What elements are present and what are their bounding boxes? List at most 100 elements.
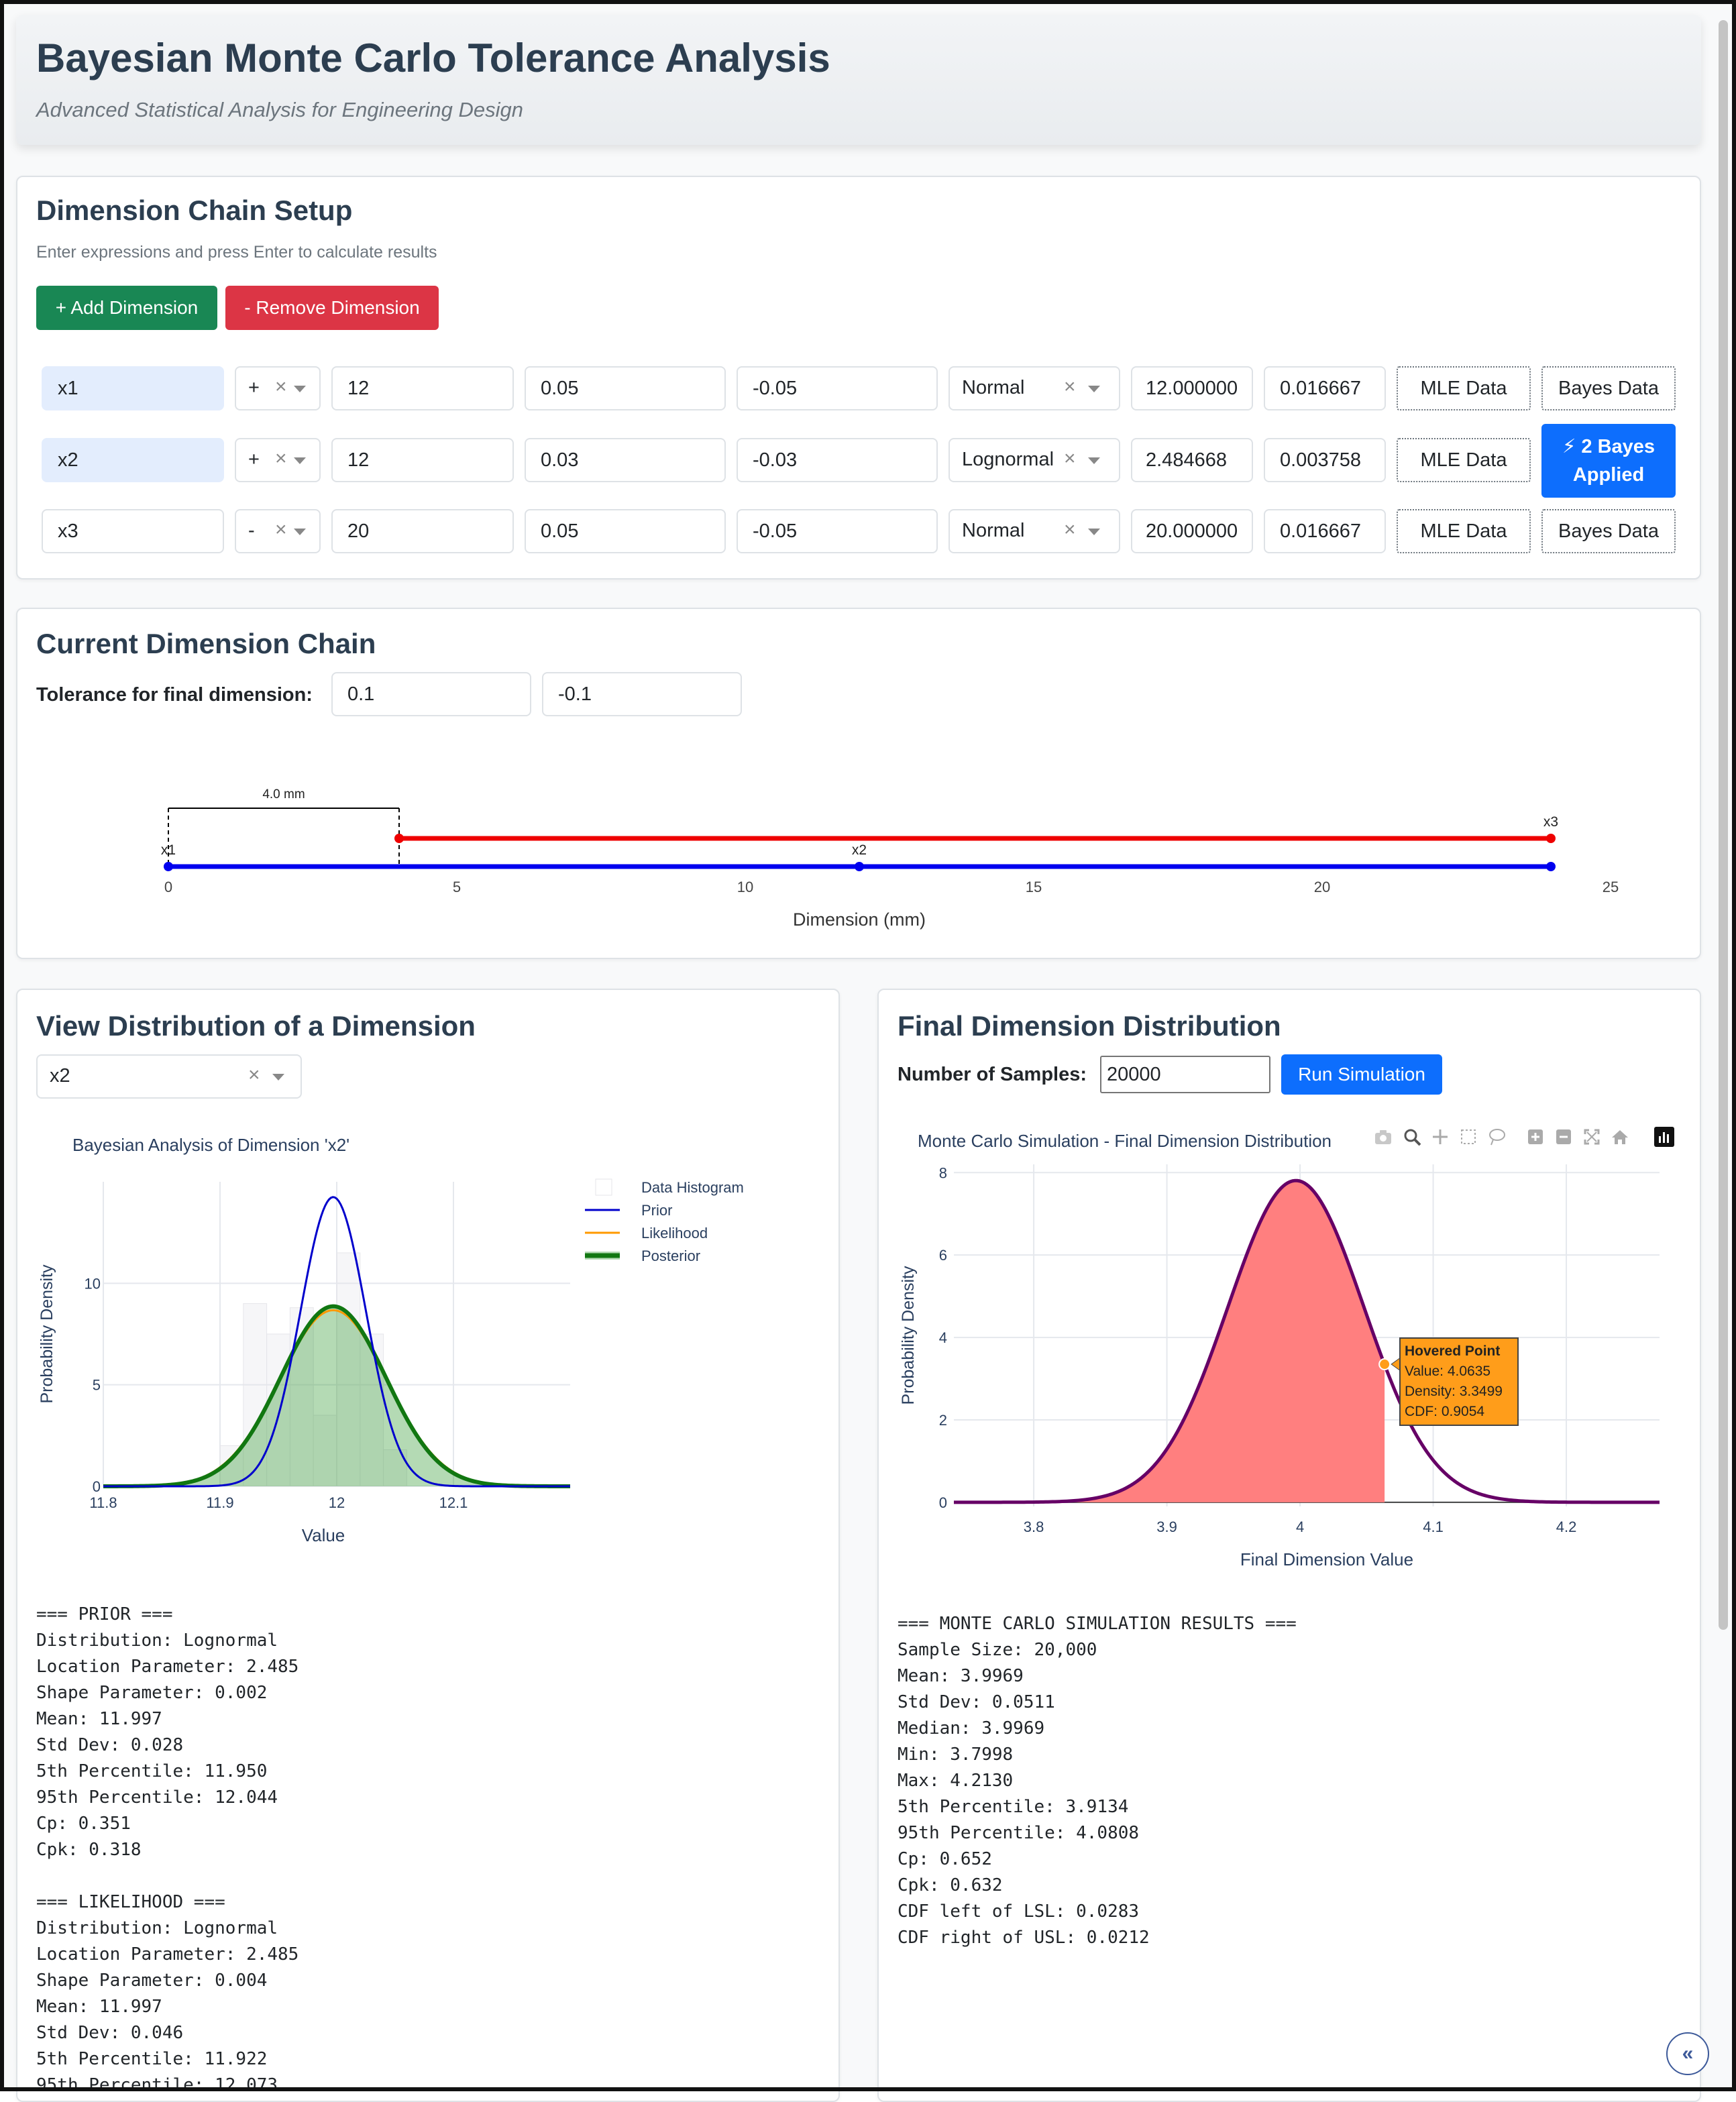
chain-node — [394, 834, 404, 843]
clear-icon[interactable]: × — [275, 376, 287, 398]
y-tick-label: 8 — [939, 1164, 947, 1181]
dimension-stats-text: === PRIOR === Distribution: Lognormal Lo… — [36, 1604, 299, 2095]
nominal-input[interactable]: 12 — [331, 366, 514, 410]
samples-input[interactable]: 20000 — [1100, 1056, 1270, 1093]
clear-icon[interactable]: × — [1064, 518, 1076, 541]
sign-value: - — [248, 520, 255, 541]
distribution-select[interactable]: Normal × — [948, 366, 1120, 410]
y-axis-title: Probability Density — [38, 1264, 56, 1404]
distribution-select[interactable]: Normal × — [948, 509, 1120, 553]
pan-icon[interactable] — [1433, 1129, 1448, 1144]
chevron-down-icon — [294, 529, 306, 535]
chevron-down-icon — [294, 457, 306, 464]
lower-tolerance-input[interactable]: -0.05 — [737, 509, 938, 553]
mle-data-button[interactable]: MLE Data — [1397, 366, 1531, 410]
legend-label: Data Histogram — [641, 1179, 744, 1196]
param2-input[interactable]: 0.016667 — [1264, 366, 1386, 410]
bayes-data-button[interactable]: Bayes Data — [1541, 509, 1676, 553]
tooltip-density: Density: 3.3499 — [1405, 1384, 1503, 1399]
final-distribution-card: Final Dimension Distribution Number of S… — [877, 989, 1701, 2102]
distribution-value: Normal — [962, 377, 1025, 398]
lasso-select-icon[interactable] — [1489, 1129, 1505, 1146]
page-header: Bayesian Monte Carlo Tolerance Analysis … — [16, 15, 1701, 145]
clear-icon[interactable]: × — [248, 1064, 260, 1087]
sign-select[interactable]: + × — [235, 366, 321, 410]
setup-title: Dimension Chain Setup — [36, 195, 353, 226]
final-distribution-title: Final Dimension Distribution — [898, 1010, 1281, 1042]
remove-dimension-button[interactable]: - Remove Dimension — [225, 286, 439, 330]
dimension-select[interactable]: x2 × — [36, 1054, 302, 1099]
sign-select[interactable]: - × — [235, 509, 321, 553]
chevron-down-icon — [1088, 386, 1100, 392]
y-tick-label: 6 — [939, 1247, 947, 1264]
upper-tolerance-input[interactable]: 0.05 — [525, 366, 726, 410]
box-select-icon[interactable] — [1461, 1129, 1476, 1144]
x-tick-label: 4 — [1296, 1518, 1304, 1535]
bayes-data-button[interactable]: Bayes Data — [1541, 366, 1676, 410]
param2-input[interactable]: 0.003758 — [1264, 438, 1386, 482]
upper-tolerance-input[interactable]: 0.03 — [525, 438, 726, 482]
y-axis-title: Probability Density — [899, 1266, 918, 1405]
segment-label-x3: x3 — [1543, 814, 1558, 830]
y-tick-label: 4 — [939, 1329, 947, 1346]
upper-tolerance-input[interactable]: 0.05 — [525, 509, 726, 553]
add-dimension-button[interactable]: + Add Dimension — [36, 286, 217, 330]
collapse-panel-button[interactable]: « — [1666, 2032, 1709, 2075]
chevron-down-icon — [294, 386, 306, 392]
dimension-name-input[interactable]: x3 — [42, 509, 224, 553]
view-distribution-title: View Distribution of a Dimension — [36, 1010, 476, 1042]
param2-input[interactable]: 0.016667 — [1264, 509, 1386, 553]
chain-node — [1546, 862, 1556, 871]
mle-data-button[interactable]: MLE Data — [1397, 438, 1531, 482]
bayes-analysis-chart: 11.8 11.9 12 12.1 0 5 10 Value Probability Densi… — [38, 1178, 744, 1545]
page-title: Bayesian Monte Carlo Tolerance Analysis — [36, 36, 830, 80]
axis-tick-label: 0 — [164, 879, 172, 895]
distribution-value: Lognormal — [962, 449, 1054, 470]
chain-card: Current Dimension Chain Tolerance for fi… — [16, 608, 1701, 959]
plotly-logo-icon[interactable] — [1654, 1127, 1674, 1147]
y-tick-label: 10 — [85, 1275, 101, 1292]
mle-data-button[interactable]: MLE Data — [1397, 509, 1531, 553]
camera-icon[interactable] — [1375, 1130, 1391, 1144]
zoom-in-icon[interactable] — [1528, 1129, 1543, 1144]
param1-input[interactable]: 2.484668 — [1131, 438, 1253, 482]
legend-label: Likelihood — [641, 1225, 708, 1241]
clear-icon[interactable]: × — [275, 447, 287, 470]
dimension-chain-diagram: 4.0 mm x1 x2 x3 0 5 10 15 20 25 Dimensio… — [161, 787, 1619, 930]
x-tick-label: 4.2 — [1556, 1518, 1577, 1535]
param1-input[interactable]: 20.000000 — [1131, 509, 1253, 553]
clear-icon[interactable]: × — [1064, 376, 1076, 398]
zoom-out-icon[interactable] — [1556, 1129, 1571, 1144]
clear-icon[interactable]: × — [275, 518, 287, 541]
autoscale-icon[interactable] — [1584, 1129, 1600, 1145]
page-scrollbar[interactable] — [1719, 20, 1728, 1630]
bayes-applied-button[interactable]: ⚡ 2 Bayes Applied — [1541, 424, 1676, 498]
dimension-name-input[interactable]: x2 — [42, 438, 224, 482]
distribution-select[interactable]: Lognormal × — [948, 438, 1120, 482]
param1-input[interactable]: 12.000000 — [1131, 366, 1253, 410]
x-tick-label: 11.8 — [89, 1494, 117, 1511]
run-simulation-button[interactable]: Run Simulation — [1281, 1054, 1442, 1095]
clear-icon[interactable]: × — [1064, 447, 1076, 470]
y-tick-label: 0 — [939, 1494, 947, 1511]
x-axis-title: Final Dimension Value — [1240, 1549, 1413, 1569]
dimension-name-input[interactable]: x1 — [42, 366, 224, 410]
y-tick-label: 0 — [93, 1478, 101, 1495]
tooltip-heading: Hovered Point — [1405, 1343, 1501, 1359]
nominal-input[interactable]: 20 — [331, 509, 514, 553]
setup-hint: Enter expressions and press Enter to cal… — [36, 243, 437, 262]
lower-tolerance-input[interactable]: -0.05 — [737, 366, 938, 410]
chevron-down-icon — [272, 1074, 284, 1081]
chain-node — [855, 862, 864, 871]
view-distribution-card: View Distribution of a Dimension x2 × Ba… — [16, 989, 840, 2102]
sign-select[interactable]: + × — [235, 438, 321, 482]
monte-carlo-chart: 3.8 3.9 4 4.1 4.2 0 2 4 6 8 Final Dimension Value P… — [899, 1164, 1660, 1569]
bayes-chart-title: Bayesian Analysis of Dimension 'x2' — [72, 1135, 350, 1155]
zoom-icon[interactable] — [1404, 1129, 1421, 1146]
bayes-applied-count: ⚡ 2 Bayes — [1562, 436, 1656, 457]
double-chevron-left-icon: « — [1682, 2042, 1694, 2064]
nominal-input[interactable]: 12 — [331, 438, 514, 482]
mc-chart-title: Monte Carlo Simulation - Final Dimension… — [918, 1131, 1332, 1151]
lower-tolerance-input[interactable]: -0.03 — [737, 438, 938, 482]
reset-axes-icon[interactable] — [1612, 1130, 1628, 1144]
